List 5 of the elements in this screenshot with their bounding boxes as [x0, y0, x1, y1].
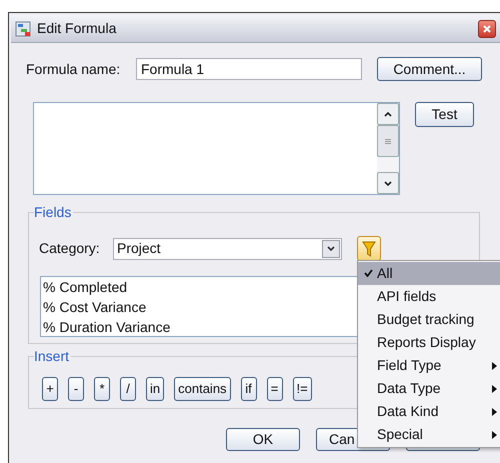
formula-name-label: Formula name:	[26, 60, 122, 78]
group-legend: Fields	[34, 204, 74, 220]
window-title: Edit Formula	[37, 19, 118, 38]
group-legend: Insert	[34, 348, 72, 364]
category-label: Category:	[39, 239, 101, 258]
